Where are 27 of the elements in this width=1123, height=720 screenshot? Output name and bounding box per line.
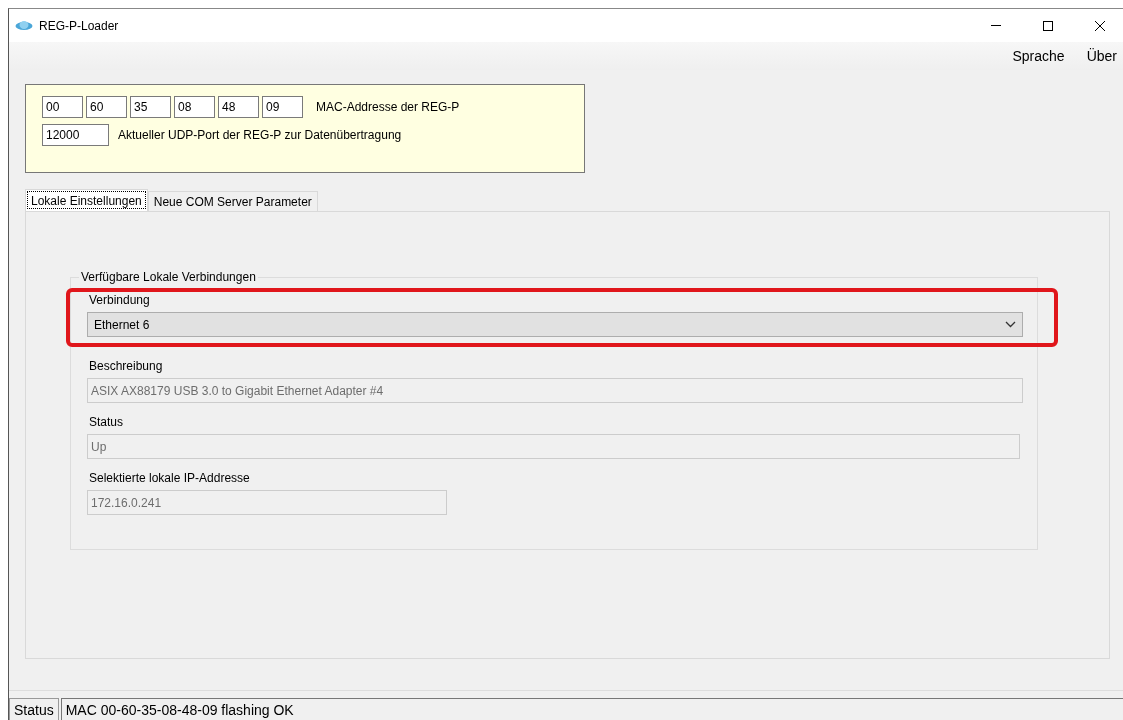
status-message: MAC 00-60-35-08-48-09 flashing OK [60,698,1123,720]
close-icon [1094,19,1106,32]
mac-byte-field[interactable]: 00 [42,96,83,118]
mac-byte-field[interactable]: 48 [218,96,259,118]
mac-label: MAC-Addresse der REG-P [316,100,460,114]
mac-byte-field[interactable]: 08 [174,96,215,118]
port-field[interactable]: 12000 [42,124,109,146]
port-label: Aktueller UDP-Port der REG-P zur Datenübertragung [118,128,402,142]
tab[interactable]: Lokale Einstellungen [25,189,148,211]
connection-dropdown[interactable]: Ethernet 6 [87,312,1023,337]
field-label: Beschreibung [89,359,163,373]
mac-byte-field[interactable]: 09 [262,96,303,118]
field-label: Verbindung [89,293,150,307]
mac-byte-field[interactable]: 60 [86,96,127,118]
app-logo-icon [15,19,33,32]
field-label: Status [89,415,124,429]
group-title: Verfügbare Lokale Verbindungen [80,270,257,284]
window-title: REG-P-Loader [39,18,120,33]
field-label: Selektierte lokale IP-Addresse [89,471,250,485]
maximize-icon [1042,19,1054,32]
mac-byte-field[interactable]: 35 [130,96,171,118]
tab[interactable]: Neue COM Server Parameter [147,191,318,211]
chevron-down-icon [1005,321,1016,328]
menu-item[interactable]: Sprache [1012,48,1065,64]
minimize-icon [990,25,1002,26]
menu-item[interactable]: Über [1086,48,1117,64]
status-label: Status [9,698,59,720]
